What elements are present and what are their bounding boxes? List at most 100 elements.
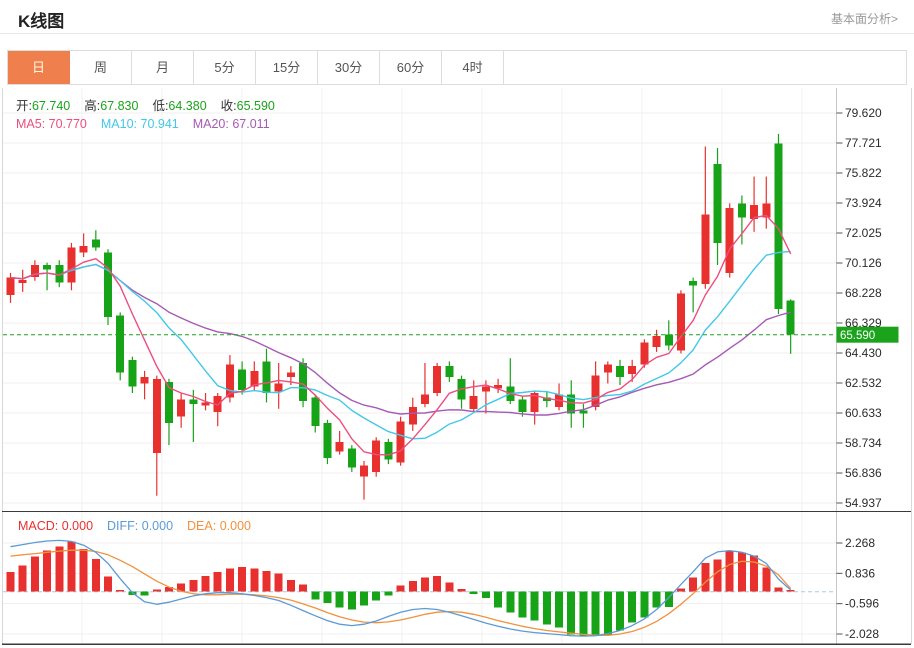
- price-tick-label: 56.836: [845, 466, 882, 480]
- macd-bar: [372, 592, 380, 601]
- candles: [7, 134, 795, 500]
- macd-bar: [543, 592, 551, 625]
- candle-body: [592, 376, 600, 408]
- price-tick-label: 70.126: [845, 256, 882, 270]
- grid-lines: [3, 88, 836, 643]
- macd-bar: [104, 577, 112, 592]
- candle-body: [433, 366, 441, 393]
- macd-bar: [19, 566, 27, 592]
- candle-body: [153, 379, 161, 453]
- candle-body: [384, 442, 392, 459]
- macd-bar: [299, 584, 307, 591]
- price-tick-label: 60.633: [845, 406, 882, 420]
- macd-bar: [726, 551, 734, 592]
- candle-body: [80, 246, 88, 252]
- macd-axis-labels: 2.2680.836-0.596-2.028: [837, 536, 880, 641]
- candle-body: [701, 214, 709, 284]
- macd-bar: [787, 590, 795, 592]
- macd-bar: [287, 580, 295, 592]
- candle-body: [482, 387, 490, 392]
- macd-bar: [31, 557, 39, 592]
- macd-bar: [762, 568, 770, 592]
- candle-body: [189, 399, 197, 404]
- macd-bar: [360, 592, 368, 606]
- candle-body: [714, 164, 722, 243]
- candle-body: [470, 396, 478, 409]
- macd-bar: [433, 576, 441, 592]
- candle-body: [665, 335, 673, 346]
- macd-bar: [250, 569, 258, 592]
- candle-body: [336, 442, 344, 451]
- macd-bar: [116, 590, 124, 592]
- macd-bar: [7, 572, 15, 592]
- candle-body: [104, 252, 112, 317]
- candle-body: [7, 278, 15, 295]
- macd-bar: [616, 592, 624, 631]
- candle-body: [43, 265, 51, 270]
- candle-body: [360, 466, 368, 477]
- candle-body: [19, 280, 27, 283]
- macd-tick-label: -0.596: [845, 597, 879, 611]
- macd-bar: [348, 592, 356, 610]
- candle-body: [92, 240, 100, 248]
- macd-bar: [555, 592, 563, 628]
- candle-body: [348, 448, 356, 467]
- macd-bar: [774, 588, 782, 592]
- macd-bar: [531, 592, 539, 621]
- candle-body: [299, 363, 307, 401]
- candle-body: [653, 336, 661, 347]
- macd-bar: [628, 592, 636, 623]
- macd-bar: [689, 578, 697, 592]
- price-tick-label: 62.532: [845, 376, 882, 390]
- candle-body: [409, 407, 417, 424]
- macd-bar: [506, 592, 514, 613]
- macd-bar: [214, 572, 222, 592]
- macd-bar: [43, 551, 51, 592]
- macd-bar: [323, 592, 331, 604]
- macd-legend-item-1: DIFF: 0.000: [107, 519, 173, 533]
- price-tick-label: 77.721: [845, 136, 882, 150]
- macd-bar: [738, 553, 746, 592]
- ohlc-legend-item-2: 低:64.380: [152, 95, 206, 114]
- ohlc-legend-item-3: 收:65.590: [221, 95, 275, 114]
- candle-body: [579, 410, 587, 413]
- macd-tick-label: 0.836: [845, 566, 875, 580]
- ohlc-legend-item-1: 高:67.830: [84, 95, 138, 114]
- macd-bar: [92, 559, 100, 592]
- price-tick-label: 66.329: [845, 316, 882, 330]
- macd-bar: [518, 592, 526, 618]
- macd-bar: [384, 592, 392, 596]
- macd-bar: [262, 571, 270, 592]
- ohlc-legend: 开:67.740 高:67.830 低:64.380 收:65.590: [16, 95, 275, 114]
- candle-body: [726, 208, 734, 273]
- macd-bar: [445, 583, 453, 592]
- macd-legend: MACD: 0.000DIFF: 0.000DEA: 0.000: [18, 519, 251, 533]
- macd-bar: [750, 556, 758, 592]
- candle-body: [628, 366, 636, 374]
- macd-bar: [336, 592, 344, 608]
- price-tick-label: 64.430: [845, 346, 882, 360]
- macd-bar: [677, 589, 685, 592]
- candle-body: [275, 384, 283, 392]
- candle-body: [238, 369, 246, 390]
- price-tick-label: 72.025: [845, 226, 882, 240]
- macd-bar: [409, 581, 417, 592]
- macd-legend-item-0: MACD: 0.000: [18, 519, 93, 533]
- macd-bar: [275, 574, 283, 592]
- macd-bar: [67, 542, 75, 592]
- price-tick-label: 75.822: [845, 166, 882, 180]
- macd-bar: [579, 592, 587, 636]
- ohlc-legend-item-0: 开:67.740: [16, 95, 70, 114]
- candle-body: [397, 421, 405, 462]
- macd-bar: [592, 592, 600, 635]
- macd-bar: [567, 592, 575, 635]
- candle-body: [421, 395, 429, 404]
- macd-bar: [421, 578, 429, 592]
- ma-legend-item-2: MA20: 67.011: [193, 117, 270, 131]
- current-price-marker: 65.590: [3, 327, 899, 343]
- candle-body: [738, 203, 746, 217]
- ma-legend: MA5: 70.770MA10: 70.941MA20: 67.011: [16, 117, 270, 131]
- macd-bar: [494, 592, 502, 608]
- candle-body: [141, 377, 149, 383]
- macd-bar: [701, 563, 709, 592]
